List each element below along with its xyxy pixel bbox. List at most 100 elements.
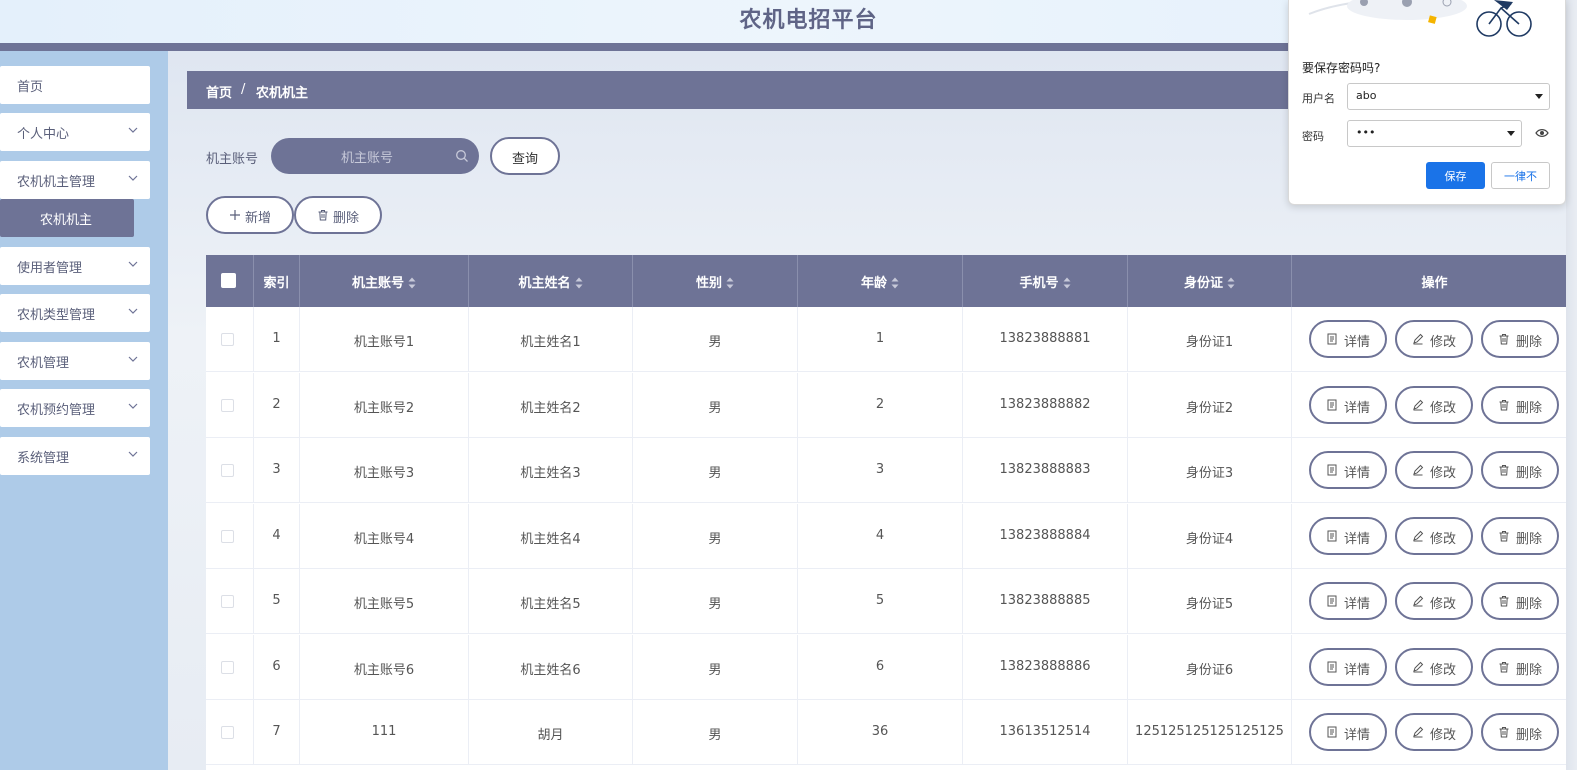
select-all-checkbox[interactable] [221, 273, 236, 288]
sidebar-item-owner-management[interactable]: 农机机主管理 [0, 161, 150, 199]
sidebar-item-personal-center[interactable]: 个人中心 [0, 113, 150, 151]
row-checkbox[interactable] [221, 660, 234, 674]
cell-age-text: 4 [875, 527, 885, 543]
edit-button-label: 修改 [1430, 531, 1457, 547]
delete-button[interactable]: 删除 [1481, 320, 1559, 358]
edit-button[interactable]: 修改 [1395, 451, 1473, 489]
password-field[interactable]: ••• [1347, 120, 1522, 147]
delete-button-label: 删除 [1516, 597, 1543, 612]
query-button[interactable]: 查询 [490, 137, 560, 175]
sort-icon[interactable] [575, 277, 583, 289]
username-label: 用户名 [1302, 92, 1335, 105]
sidebar-subitem-owner[interactable]: 农机机主 [0, 199, 134, 237]
row-checkbox[interactable] [221, 333, 234, 346]
cell-gender-text: 男 [708, 335, 722, 350]
cell-name: 机主姓名4 [469, 503, 633, 569]
sort-icon[interactable] [1227, 277, 1235, 289]
edit-button[interactable]: 修改 [1395, 582, 1473, 620]
column-header-idcard[interactable]: 身份证 [1128, 255, 1292, 307]
detail-button[interactable]: 详情 [1309, 516, 1387, 555]
column-header-label: 索引 [263, 276, 290, 291]
cell-phone-text: 13613512514 [999, 724, 1091, 739]
edit-button[interactable]: 修改 [1395, 713, 1473, 751]
detail-button[interactable]: 详情 [1309, 713, 1387, 751]
column-header-name[interactable]: 机主姓名 [469, 255, 633, 307]
sidebar-item-system-management[interactable]: 系统管理 [0, 437, 150, 475]
column-header-account[interactable]: 机主账号 [300, 255, 469, 307]
row-checkbox[interactable] [221, 464, 234, 477]
add-button[interactable]: 新增 [206, 196, 294, 234]
row-checkbox[interactable] [221, 529, 234, 543]
save-password-button[interactable]: 保存 [1426, 162, 1485, 189]
sidebar-subitem-label: 农机机主 [40, 213, 93, 228]
cell-gender: 男 [633, 503, 798, 569]
username-field[interactable]: abo [1347, 83, 1550, 110]
dropdown-caret-icon[interactable] [1507, 131, 1515, 137]
cell-gender: 男 [633, 372, 798, 438]
edit-button-label: 修改 [1430, 335, 1457, 350]
delete-button[interactable]: 删除 [1481, 385, 1559, 424]
edit-button[interactable]: 修改 [1395, 647, 1473, 686]
eye-icon[interactable] [1535, 128, 1549, 138]
column-header-gender[interactable]: 性别 [633, 255, 798, 307]
cell-phone-text: 13823888881 [999, 331, 1091, 346]
sidebar-item-label: 农机管理 [17, 356, 70, 371]
edit-button[interactable]: 修改 [1395, 516, 1473, 555]
cell-age-text: 6 [875, 658, 885, 674]
delete-button[interactable]: 删除 [1481, 713, 1559, 751]
document-icon [1327, 530, 1337, 541]
detail-button[interactable]: 详情 [1309, 320, 1387, 358]
detail-button[interactable]: 详情 [1309, 385, 1387, 424]
add-button-label: 新增 [245, 211, 272, 226]
sort-icon[interactable] [891, 277, 899, 289]
detail-button[interactable]: 详情 [1309, 647, 1387, 686]
cell-phone-text: 13823888882 [999, 396, 1091, 412]
username-value: abo [1356, 89, 1377, 102]
cell-name: 机主姓名6 [469, 634, 633, 700]
cell-idcard-text: 身份证6 [1185, 662, 1234, 678]
trash-icon [1499, 596, 1509, 607]
batch-delete-button[interactable]: 删除 [294, 196, 382, 234]
cell-name-text: 机主姓名6 [520, 662, 581, 678]
delete-button[interactable]: 删除 [1481, 582, 1559, 620]
cell-account-text: 机主账号6 [353, 662, 415, 678]
edit-button[interactable]: 修改 [1395, 320, 1473, 358]
detail-button[interactable]: 详情 [1309, 582, 1387, 620]
sort-icon[interactable] [1063, 277, 1071, 289]
delete-button[interactable]: 删除 [1481, 647, 1559, 686]
row-select-cell [206, 372, 254, 438]
sidebar-item-machine-type-management[interactable]: 农机类型管理 [0, 294, 150, 332]
breadcrumb-home[interactable]: 首页 [206, 82, 232, 101]
detail-button[interactable]: 详情 [1309, 451, 1387, 489]
edit-button[interactable]: 修改 [1395, 385, 1473, 424]
row-checkbox[interactable] [221, 726, 234, 739]
cell-actions: 详情 修改 删除 [1292, 307, 1577, 372]
sort-icon[interactable] [726, 277, 734, 289]
sidebar-item-machine-management[interactable]: 农机管理 [0, 342, 150, 380]
never-save-button[interactable]: 一律不 [1491, 162, 1550, 189]
delete-button[interactable]: 删除 [1481, 516, 1559, 555]
cell-name: 胡月 [469, 700, 633, 765]
cell-phone: 13823888882 [963, 372, 1128, 438]
page-scrollbar[interactable] [1566, 0, 1577, 770]
sidebar-item-home[interactable]: 首页 [0, 66, 150, 104]
dropdown-caret-icon[interactable] [1535, 94, 1543, 100]
delete-button[interactable]: 删除 [1481, 451, 1559, 489]
column-header-phone[interactable]: 手机号 [963, 255, 1128, 307]
row-checkbox[interactable] [221, 595, 234, 608]
sidebar-item-booking-management[interactable]: 农机预约管理 [0, 389, 150, 427]
row-checkbox[interactable] [221, 398, 234, 412]
cell-account-text: 机主账号3 [353, 466, 415, 481]
sort-icon[interactable] [408, 277, 416, 289]
cell-idcard-text: 身份证4 [1185, 531, 1234, 547]
row-select-cell [206, 307, 254, 372]
cell-age: 6 [798, 634, 963, 700]
sidebar-item-user-management[interactable]: 使用者管理 [0, 247, 150, 285]
detail-button-label: 详情 [1344, 466, 1371, 481]
search-input[interactable]: 机主账号 [271, 138, 479, 174]
cell-gender: 男 [633, 438, 798, 503]
column-header-age[interactable]: 年龄 [798, 255, 963, 307]
cell-idcard: 125125125125125125 [1128, 700, 1292, 765]
cell-idcard: 身份证5 [1128, 569, 1292, 634]
cell-idcard-text: 身份证3 [1185, 466, 1234, 481]
